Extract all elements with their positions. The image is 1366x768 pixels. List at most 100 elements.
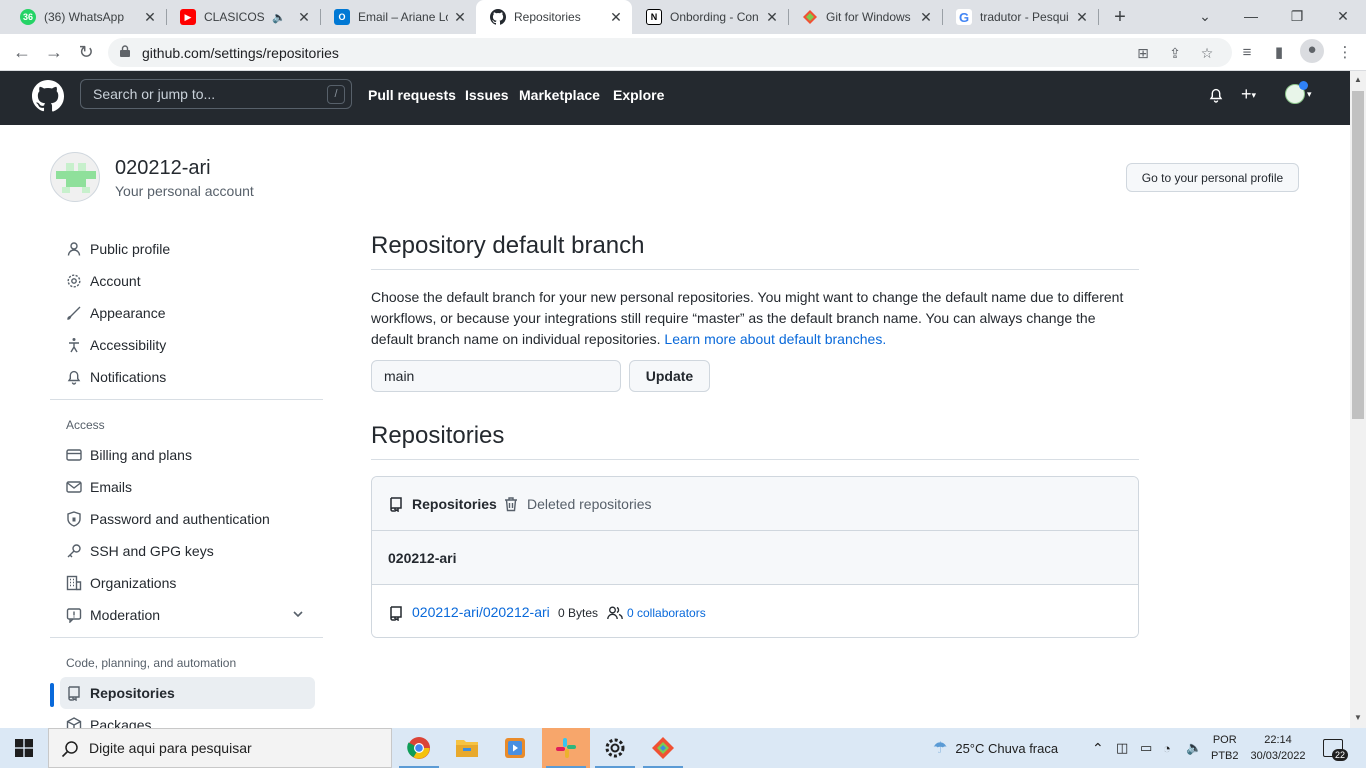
wifi-icon[interactable]: ◔: [1163, 728, 1171, 768]
tab-repositories[interactable]: Repositories: [388, 496, 497, 512]
close-window-button[interactable]: ✕: [1320, 0, 1366, 34]
bookmark-star-icon[interactable]: ☆: [1198, 44, 1216, 62]
scroll-up-icon[interactable]: ▲: [1350, 75, 1366, 84]
update-button[interactable]: Update: [629, 360, 710, 392]
language-code: POR: [1212, 734, 1237, 746]
meet-now-icon[interactable]: ◫: [1116, 728, 1128, 768]
nav-marketplace[interactable]: Marketplace: [519, 87, 600, 103]
collaborators-link[interactable]: 0 collaborators: [627, 606, 706, 620]
back-arrow-icon[interactable]: ←: [10, 40, 34, 64]
tab-deleted-repositories[interactable]: Deleted repositories: [503, 496, 652, 512]
lock-icon[interactable]: [120, 45, 130, 57]
notification-count: 22: [1331, 749, 1348, 761]
tray-overflow-chevron-icon[interactable]: ⌃: [1092, 728, 1104, 768]
close-tab-icon[interactable]: ✕: [142, 9, 158, 26]
search-icon: [61, 741, 78, 758]
taskbar-app-file-explorer[interactable]: [443, 728, 491, 768]
restore-button[interactable]: ❐: [1274, 0, 1320, 34]
taskbar-app-git[interactable]: [639, 728, 687, 768]
sidebar-item-accessibility[interactable]: Accessibility: [66, 335, 166, 355]
sidebar-item-account[interactable]: Account: [66, 271, 141, 291]
sidebar-item-appearance[interactable]: Appearance: [66, 303, 166, 323]
tab-google[interactable]: G tradutor - Pesqui ✕: [942, 0, 1098, 34]
clock[interactable]: 22:14 30/03/2022: [1247, 728, 1309, 768]
repository-link[interactable]: 020212-ari/020212-ari: [412, 604, 550, 620]
sidebar-item-notifications[interactable]: Notifications: [66, 367, 166, 387]
tab-notion[interactable]: N Onbording - Con ✕: [632, 0, 788, 34]
page-scrollbar[interactable]: ▲ ▼: [1350, 71, 1366, 728]
reload-icon[interactable]: ↻: [74, 40, 98, 64]
tab-whatsapp[interactable]: 36 (36) WhatsApp ✕: [6, 0, 166, 34]
taskbar-app-chrome[interactable]: [395, 728, 443, 768]
forward-arrow-icon[interactable]: →: [42, 40, 66, 64]
default-branch-input[interactable]: [371, 360, 621, 392]
reading-list-icon[interactable]: ≡: [1236, 42, 1258, 64]
tab-title: (36) WhatsApp: [44, 10, 125, 24]
battery-icon[interactable]: ▭: [1140, 728, 1152, 768]
tab-git-for-windows[interactable]: Git for Windows ✕: [788, 0, 942, 34]
learn-more-link[interactable]: Learn more about default branches.: [664, 331, 886, 347]
sidebar-item-label: Emails: [90, 479, 133, 495]
taskbar-app-media-player[interactable]: [491, 728, 539, 768]
sidebar-item-password[interactable]: Password and authentication: [66, 509, 270, 529]
close-tab-icon[interactable]: ✕: [296, 9, 312, 26]
user-avatar-menu[interactable]: ▾: [1285, 81, 1312, 104]
nav-issues[interactable]: Issues: [465, 87, 509, 103]
outlook-icon: O: [334, 9, 350, 25]
bell-icon[interactable]: [1208, 87, 1224, 108]
speaker-icon[interactable]: 🔈: [272, 11, 286, 24]
tab-repositories[interactable]: Repositories ✕: [476, 0, 632, 34]
section-title-repositories: Repositories: [371, 422, 505, 449]
taskbar-search-box[interactable]: Digite aqui para pesquisar: [48, 728, 392, 768]
weather-widget[interactable]: ☂ 25°C Chuva fraca: [933, 728, 1058, 768]
side-panel-icon[interactable]: ▮: [1268, 42, 1290, 64]
sidebar-item-moderation[interactable]: Moderation: [66, 605, 306, 625]
tab-title: Email – Ariane Lo: [358, 10, 448, 24]
scroll-down-icon[interactable]: ▼: [1350, 713, 1366, 722]
close-tab-icon[interactable]: ✕: [608, 9, 624, 26]
sidebar-item-label: Billing and plans: [90, 447, 192, 463]
close-tab-icon[interactable]: ✕: [452, 9, 468, 26]
github-search-input[interactable]: Search or jump to... /: [80, 79, 352, 109]
scrollbar-thumb[interactable]: [1352, 91, 1364, 419]
minimize-button[interactable]: —: [1228, 0, 1274, 34]
url-text[interactable]: github.com/settings/repositories: [142, 45, 339, 61]
sidebar-item-organizations[interactable]: Organizations: [66, 573, 176, 593]
taskbar-app-slack[interactable]: [542, 728, 590, 768]
close-tab-icon[interactable]: ✕: [918, 9, 934, 26]
translate-icon[interactable]: ⊞: [1134, 44, 1152, 62]
section-title-default-branch: Repository default branch: [371, 232, 645, 259]
browser-tab-strip: 36 (36) WhatsApp ✕ ▶ CLASICOS LE 🔈 ✕ O E…: [0, 0, 1366, 34]
profile-avatar-icon[interactable]: ●: [1300, 39, 1324, 63]
mail-icon: [66, 479, 82, 495]
sidebar-item-repositories[interactable]: Repositories: [66, 683, 175, 703]
tab-outlook[interactable]: O Email – Ariane Lo ✕: [320, 0, 476, 34]
volume-icon[interactable]: 🔈: [1186, 728, 1202, 768]
github-logo-icon[interactable]: [32, 80, 64, 112]
sidebar-item-label: Public profile: [90, 241, 171, 257]
new-tab-button[interactable]: +: [1110, 6, 1130, 28]
sidebar-item-public-profile[interactable]: Public profile: [66, 239, 170, 259]
go-to-profile-button[interactable]: Go to your personal profile: [1126, 163, 1299, 192]
tab-search-chevron-icon[interactable]: ⌄: [1182, 0, 1228, 34]
close-tab-icon[interactable]: ✕: [764, 9, 780, 26]
sidebar-item-ssh-gpg[interactable]: SSH and GPG keys: [66, 541, 214, 561]
tab-youtube[interactable]: ▶ CLASICOS LE 🔈 ✕: [166, 0, 320, 34]
chrome-menu-icon[interactable]: ⋮: [1334, 42, 1356, 64]
sidebar-item-billing[interactable]: Billing and plans: [66, 445, 192, 465]
tab-label: Repositories: [412, 496, 497, 512]
chevron-down-icon[interactable]: [292, 607, 304, 623]
sidebar-item-emails[interactable]: Emails: [66, 477, 132, 497]
omnibox[interactable]: github.com/settings/repositories ⊞ ⇪ ☆: [108, 38, 1232, 67]
nav-pull-requests[interactable]: Pull requests: [368, 87, 456, 103]
share-icon[interactable]: ⇪: [1166, 44, 1184, 62]
windows-start-button[interactable]: [0, 728, 48, 768]
nav-explore[interactable]: Explore: [613, 87, 664, 103]
notification-center-button[interactable]: 22: [1323, 728, 1348, 768]
language-indicator[interactable]: POR PTB2: [1211, 728, 1239, 768]
taskbar-app-settings[interactable]: [591, 728, 639, 768]
account-avatar[interactable]: [50, 152, 100, 202]
account-name[interactable]: 020212-ari: [115, 157, 211, 180]
create-new-plus-icon[interactable]: +▾: [1241, 84, 1256, 105]
close-tab-icon[interactable]: ✕: [1074, 9, 1090, 26]
